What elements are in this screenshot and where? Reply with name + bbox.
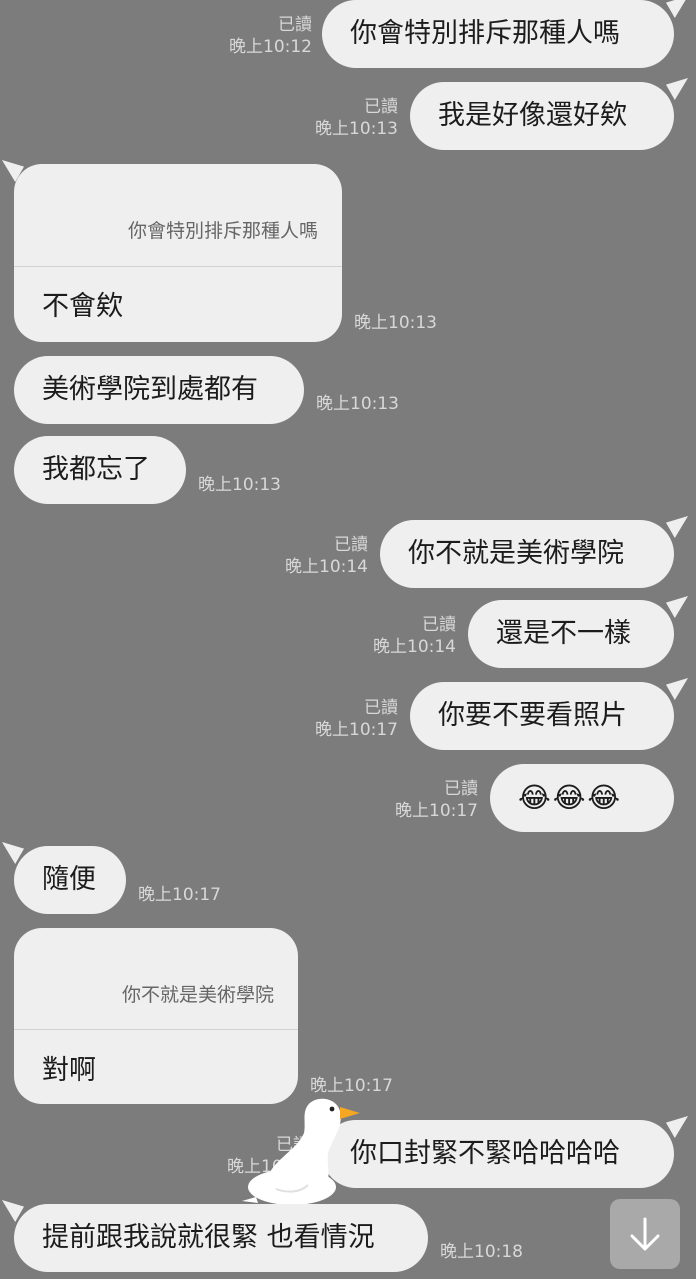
reply-text: 對啊 [42,1055,96,1086]
message-time: 晚上10:13 [315,119,398,139]
message-bubble-outgoing[interactable]: 😂😂😂 [490,764,674,832]
bubble-tail [666,1116,688,1138]
message-bubble-incoming[interactable]: 提前跟我說就很緊 也看情況 [14,1204,428,1272]
duck-sticker[interactable] [236,1093,366,1205]
message-time: 晚上10:17 [315,720,398,740]
read-receipt: 已讀 [444,779,478,799]
message-time: 晚上10:13 [198,475,281,495]
message-bubble-incoming[interactable]: 隨便 [14,846,126,914]
quoted-message: 你不就是美術學院 [121,984,274,1006]
message-time: 晚上10:13 [316,394,399,414]
message-meta: 已讀 晚上10:13 [315,96,398,140]
message-meta: 已讀 晚上10:12 [229,14,312,58]
message-time: 晚上10:12 [229,37,312,57]
bubble-tail [666,516,688,538]
message-time: 晚上10:14 [373,637,456,657]
reply-message-card[interactable]: 你會特別排斥那種人嗎 不會欸 [14,164,342,342]
message-time: 晚上10:18 [440,1242,523,1262]
bubble-tail [666,678,688,700]
scroll-to-bottom-button[interactable] [610,1199,680,1269]
bubble-tail [666,596,688,618]
read-receipt: 已讀 [364,698,398,718]
quote-divider [14,1029,298,1030]
bubble-tail [666,0,688,18]
message-bubble-outgoing[interactable]: 你要不要看照片 [410,682,674,750]
message-bubble-outgoing[interactable]: 你口封緊不緊哈哈哈哈 [322,1120,674,1188]
read-receipt: 已讀 [364,97,398,117]
message-meta: 已讀 晚上10:17 [395,778,478,822]
quote-divider [14,266,342,267]
message-bubble-incoming[interactable]: 我都忘了 [14,436,186,504]
message-time: 晚上10:17 [138,885,221,905]
message-bubble-incoming[interactable]: 美術學院到處都有 [14,356,304,424]
message-meta: 已讀 晚上10:14 [285,534,368,578]
quoted-message: 你會特別排斥那種人嗎 [127,220,318,242]
reply-text: 不會欸 [42,291,123,322]
message-time: 晚上10:14 [285,557,368,577]
message-bubble-outgoing[interactable]: 你不就是美術學院 [380,520,674,588]
message-meta: 已讀 晚上10:14 [373,614,456,658]
message-time: 晚上10:13 [354,313,437,333]
bubble-tail [666,78,688,100]
reply-message-card[interactable]: 你不就是美術學院 對啊 [14,928,298,1104]
message-time: 晚上10:17 [395,801,478,821]
message-bubble-outgoing[interactable]: 還是不一樣 [468,600,674,668]
read-receipt: 已讀 [422,615,456,635]
message-bubble-outgoing[interactable]: 我是好像還好欸 [410,82,674,150]
arrow-down-icon [630,1217,660,1251]
message-meta: 已讀 晚上10:17 [315,697,398,741]
read-receipt: 已讀 [278,15,312,35]
message-bubble-outgoing[interactable]: 你會特別排斥那種人嗎 [322,0,674,68]
read-receipt: 已讀 [334,535,368,555]
